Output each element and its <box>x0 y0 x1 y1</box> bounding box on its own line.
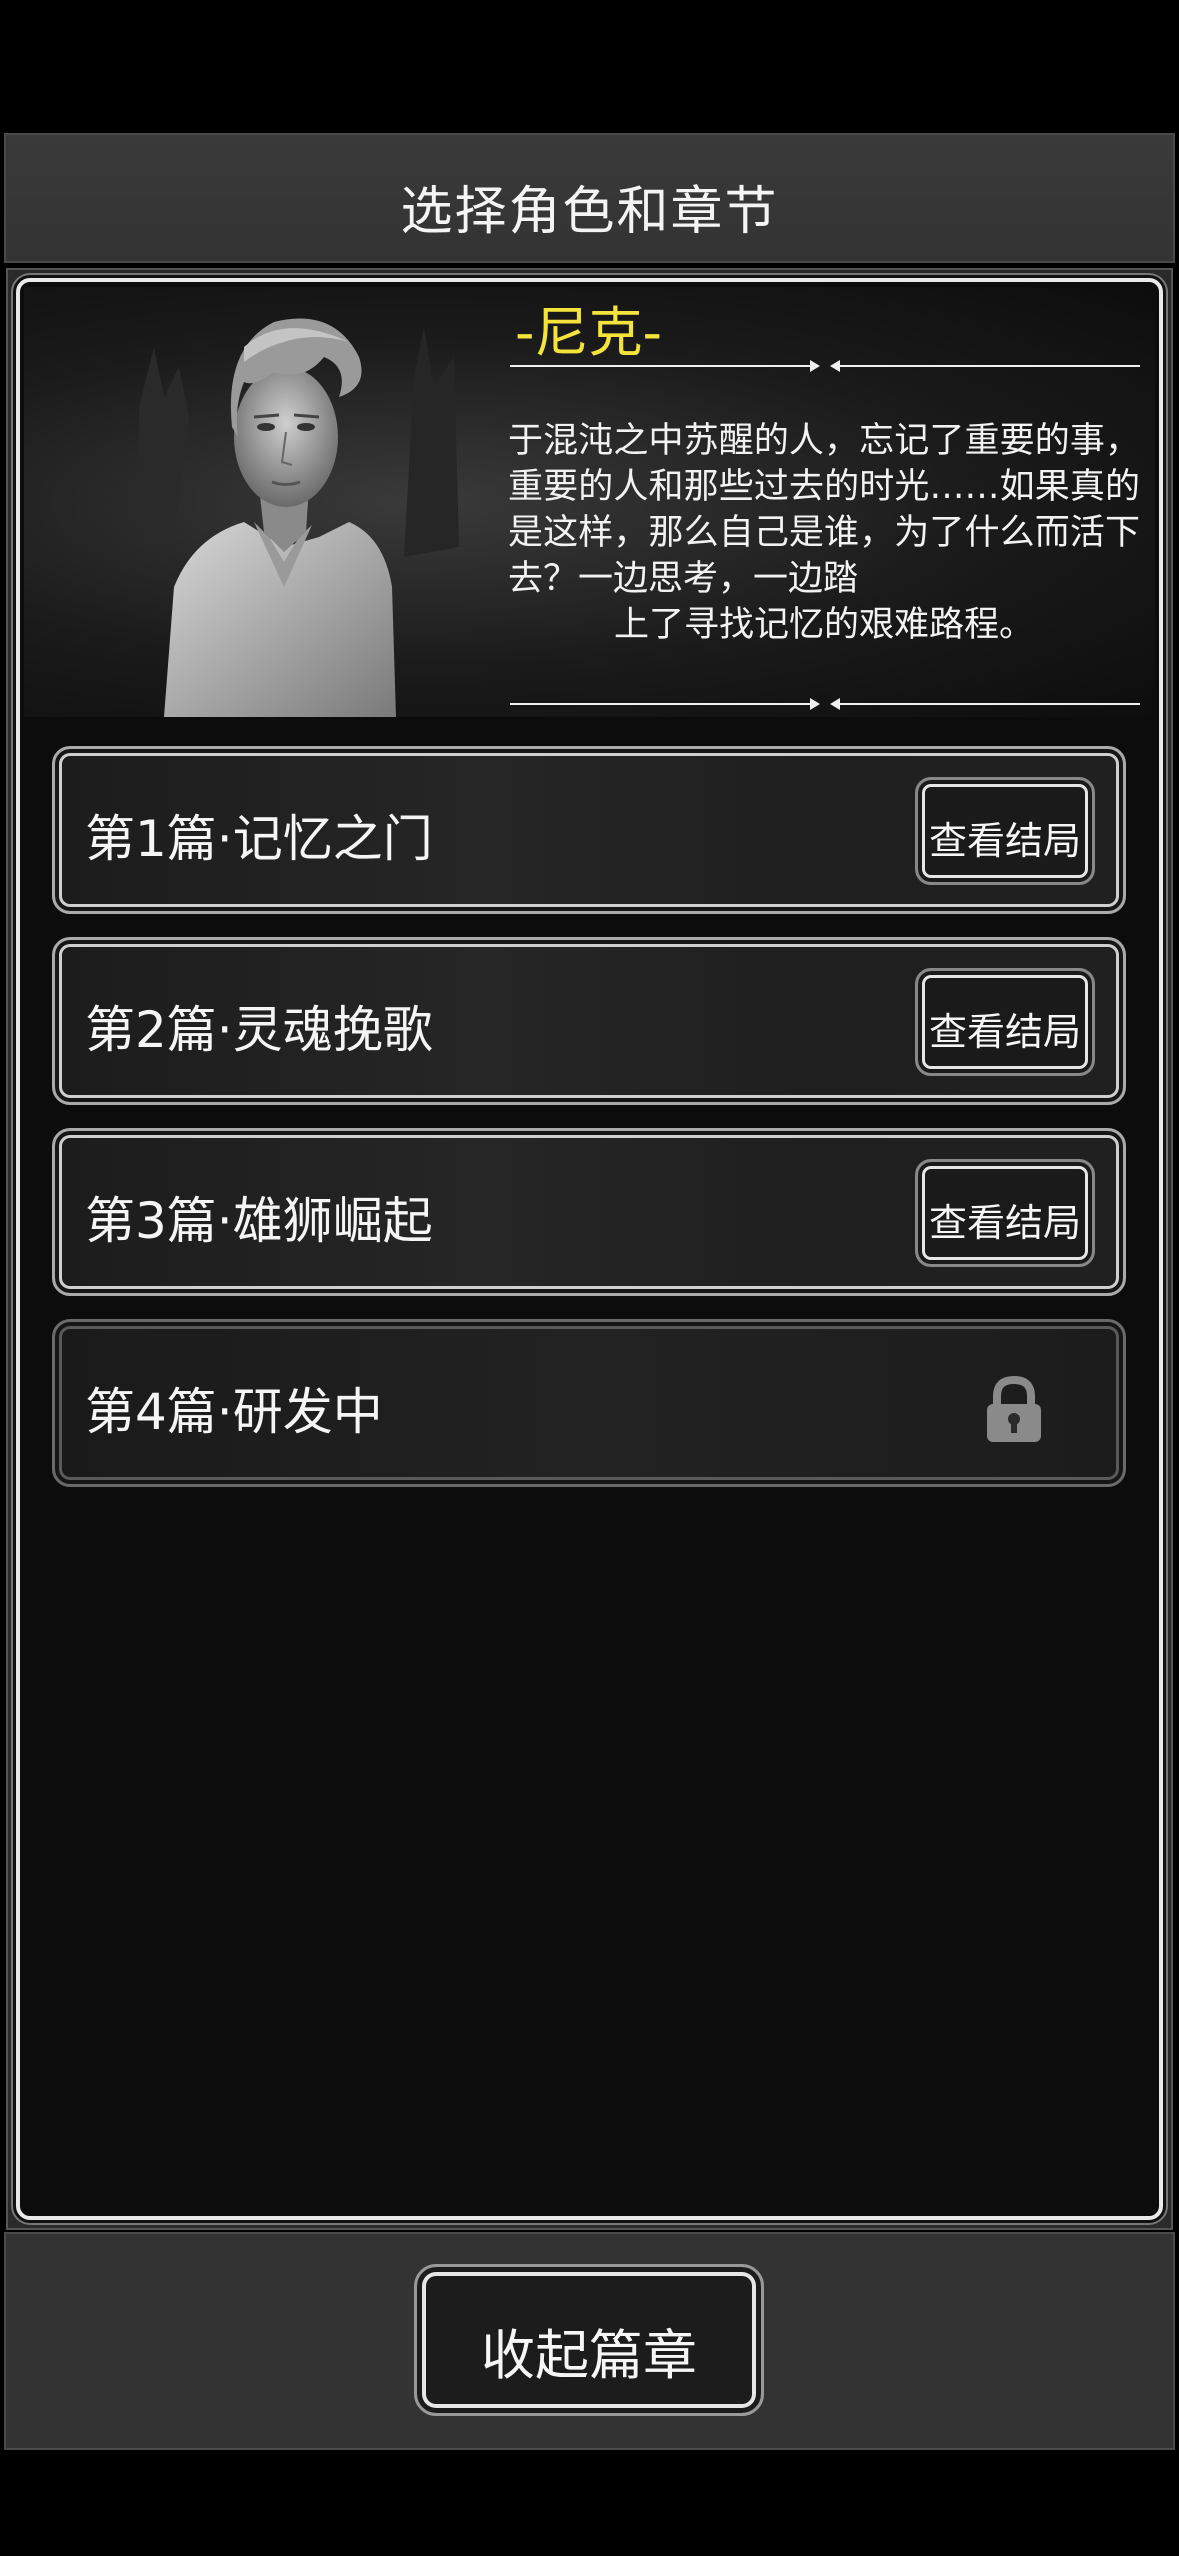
character-description-last: 上了寻找记忆的艰难路程。 <box>613 605 1034 645</box>
chapter-row-1[interactable]: 第1篇·记忆之门 查看结局 <box>52 746 1126 914</box>
character-description: 于混沌之中苏醒的人，忘记了重要的事，重要的人和那些过去的时光……如果真的是这样，… <box>508 418 1140 648</box>
collapse-chapters-label: 收起篇章 <box>481 2324 697 2387</box>
character-description-text: 于混沌之中苏醒的人，忘记了重要的事，重要的人和那些过去的时光……如果真的是这样，… <box>508 421 1140 599</box>
view-ending-button[interactable]: 查看结局 <box>915 968 1095 1076</box>
divider-top <box>510 360 1140 372</box>
character-portrait <box>139 318 459 717</box>
chapter-title: 第2篇·灵魂挽歌 <box>85 1001 433 1059</box>
view-ending-button[interactable]: 查看结局 <box>915 1159 1095 1267</box>
chapter-title: 第4篇·研发中 <box>85 1383 383 1441</box>
chapter-row-2[interactable]: 第2篇·灵魂挽歌 查看结局 <box>52 937 1126 1105</box>
chapter-row-4-locked[interactable]: 第4篇·研发中 <box>52 1319 1126 1487</box>
view-ending-label: 查看结局 <box>928 819 1081 863</box>
divider-bottom <box>510 698 1140 710</box>
collapse-chapters-button[interactable]: 收起篇章 <box>414 2264 764 2416</box>
chapter-title: 第1篇·记忆之门 <box>85 810 433 868</box>
view-ending-button[interactable]: 查看结局 <box>915 777 1095 885</box>
padlock-icon <box>987 1375 1041 1442</box>
chapter-row-3[interactable]: 第3篇·雄狮崛起 查看结局 <box>52 1128 1126 1296</box>
view-ending-label: 查看结局 <box>928 1010 1081 1054</box>
page-title: 选择角色和章节 <box>400 182 779 242</box>
header-bar: 选择角色和章节 <box>4 133 1175 263</box>
chapter-title: 第3篇·雄狮崛起 <box>85 1192 433 1250</box>
view-ending-label: 查看结局 <box>928 1201 1081 1245</box>
